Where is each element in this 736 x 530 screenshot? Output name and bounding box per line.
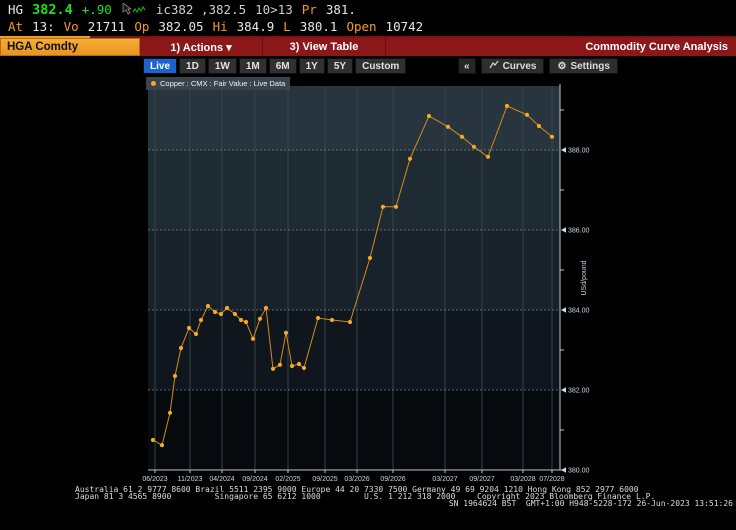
quote-field: 381. <box>326 2 356 17</box>
tab-custom[interactable]: Custom <box>355 58 406 74</box>
svg-text:388.00: 388.00 <box>568 148 590 155</box>
quote-field: 384.9 <box>237 19 275 34</box>
quote-line-1: HG 382.4 +.90 ic382 ,382.5 10>13 Pr 381. <box>8 2 365 19</box>
tab-1y[interactable]: 1Y <box>299 58 325 74</box>
quote-field: At <box>8 19 23 34</box>
quote-field: 13: <box>32 19 55 34</box>
collapse-button[interactable]: « <box>458 58 476 74</box>
quote-field: Open <box>346 19 376 34</box>
tab-5y[interactable]: 5Y <box>327 58 353 74</box>
quote-bar: HG 382.4 +.90 ic382 ,382.5 10>13 Pr 381. At 13:… <box>0 0 736 36</box>
svg-text:USd/pound: USd/pound <box>581 260 588 295</box>
tab-live[interactable]: Live <box>143 58 177 74</box>
quote-field: Hi <box>213 19 228 34</box>
futures-curve-chart[interactable]: 380.00 382.00 384.00 386.00 388.00 USd/pound 0… <box>0 76 736 484</box>
title-bar: HGA Comdty 1) Actions ▾3) View Table Com… <box>0 38 736 56</box>
footer-phone-line-2: Japan 81 3 4565 8900 Singapore 65 6212 1… <box>75 492 456 501</box>
legend-marker-icon <box>151 81 156 86</box>
svg-text:09/2027: 09/2027 <box>469 476 494 483</box>
svg-text:03/2026: 03/2026 <box>344 476 369 483</box>
curve-chart-icon <box>489 60 499 72</box>
footer-terminal-info: SN 1964624 BST GMT+1:00 H948-5228-172 26… <box>449 499 733 508</box>
quote-field: 380.1 <box>300 19 338 34</box>
svg-text:09/2025: 09/2025 <box>312 476 337 483</box>
quote-line-2: At 13: Vo 21711 Op 382.05 Hi 384.9 L 380.1 Open 107… <box>8 19 432 34</box>
quote-field: Vo <box>64 19 79 34</box>
app-title: Commodity Curve Analysis <box>585 38 736 56</box>
quote-field: 382.05 <box>158 19 203 34</box>
bloomberg-terminal-window: HG 382.4 +.90 ic382 ,382.5 10>13 Pr 381. At 13:… <box>0 0 736 530</box>
toolbar: Live1D1W1M6M1Y5YCustom « Curves ⚙ Settin… <box>0 58 736 74</box>
quote-field: Op <box>134 19 149 34</box>
svg-text:384.00: 384.00 <box>568 308 590 315</box>
quote-field: 10>13 <box>255 2 293 17</box>
svg-text:09/2026: 09/2026 <box>380 476 405 483</box>
quote-field: 382.4 <box>32 2 73 18</box>
legend-label: Copper : CMX : Fair Value : Live Data <box>160 79 285 88</box>
quote-field: 10742 <box>386 19 424 34</box>
right-controls: « Curves ⚙ Settings <box>458 58 618 74</box>
svg-text:09/2024: 09/2024 <box>242 476 267 483</box>
chart-region: Copper : CMX : Fair Value : Live Data 38… <box>0 76 736 484</box>
menu-view-table[interactable]: 3) View Table <box>263 38 386 56</box>
settings-button[interactable]: ⚙ Settings <box>549 58 617 74</box>
svg-text:380.00: 380.00 <box>568 468 590 475</box>
quote-field: Pr <box>302 2 317 17</box>
svg-text:03/2027: 03/2027 <box>432 476 457 483</box>
svg-text:386.00: 386.00 <box>568 228 590 235</box>
tab-6m[interactable]: 6M <box>269 58 297 74</box>
quote-field: ic382 ,382.5 <box>156 2 246 17</box>
tab-1m[interactable]: 1M <box>239 58 267 74</box>
tab-1w[interactable]: 1W <box>208 58 237 74</box>
curves-button-label: Curves <box>503 61 537 72</box>
tab-1d[interactable]: 1D <box>179 58 206 74</box>
svg-text:382.00: 382.00 <box>568 388 590 395</box>
svg-text:11/2023: 11/2023 <box>178 476 203 483</box>
quote-field: 21711 <box>88 19 126 34</box>
quote-field: +.90 <box>82 2 112 17</box>
settings-button-label: Settings <box>570 61 609 72</box>
price-sparkline-icon <box>121 3 147 19</box>
svg-text:03/2028: 03/2028 <box>510 476 535 483</box>
footer: Australia 61 2 9777 8600 Brazil 5511 239… <box>0 484 736 530</box>
svg-text:07/2028: 07/2028 <box>539 476 564 483</box>
svg-text:04/2024: 04/2024 <box>209 476 234 483</box>
svg-text:02/2025: 02/2025 <box>275 476 300 483</box>
range-tabs: Live1D1W1M6M1Y5YCustom <box>143 58 406 74</box>
chart-legend: Copper : CMX : Fair Value : Live Data <box>146 77 290 90</box>
ticker-box[interactable]: HGA Comdty <box>0 38 140 56</box>
quote-field: L <box>283 19 291 34</box>
curves-button[interactable]: Curves <box>481 58 545 74</box>
svg-text:06/2023: 06/2023 <box>142 476 167 483</box>
quote-field: HG <box>8 2 23 17</box>
gear-icon: ⚙ <box>557 61 566 72</box>
menu-actions[interactable]: 1) Actions ▾ <box>140 38 263 56</box>
